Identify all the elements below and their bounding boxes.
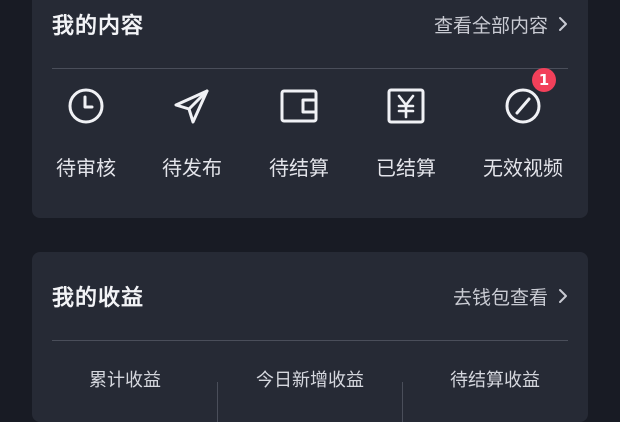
status-pending-settlement[interactable]: 待结算 xyxy=(244,86,354,181)
wallet-link-label: 去钱包查看 xyxy=(452,286,548,309)
wallet-icon xyxy=(279,86,319,126)
stat-label: 今日新增收益 xyxy=(256,370,364,391)
notification-badge: 1 xyxy=(532,68,556,92)
my-content-card: 我的内容 查看全部内容 待审核 待发布 待结算 已结算 1 无效视频 xyxy=(32,0,588,218)
my-earnings-card: 我的收益 去钱包查看 累计收益 今日新增收益 待结算收益 xyxy=(32,252,588,422)
content-divider xyxy=(52,68,568,69)
status-pending-publish[interactable]: 待发布 xyxy=(137,86,247,181)
view-all-content-label: 查看全部内容 xyxy=(433,14,548,37)
status-settled[interactable]: 已结算 xyxy=(351,86,461,181)
chevron-right-icon xyxy=(558,16,568,32)
status-label: 待发布 xyxy=(162,156,222,180)
yen-icon xyxy=(386,86,426,126)
my-content-title: 我的内容 xyxy=(52,14,145,39)
my-earnings-title: 我的收益 xyxy=(52,286,145,311)
stat-pending-earnings[interactable]: 待结算收益 xyxy=(405,366,585,392)
my-content-header: 我的内容 查看全部内容 xyxy=(52,0,568,58)
stat-label: 待结算收益 xyxy=(450,370,540,391)
invalid-icon: 1 xyxy=(503,68,556,126)
status-label: 无效视频 xyxy=(483,156,563,180)
earnings-divider xyxy=(52,340,568,341)
send-icon xyxy=(172,86,212,126)
stat-separator xyxy=(402,382,403,422)
status-label: 已结算 xyxy=(376,156,436,180)
status-pending-review[interactable]: 待审核 xyxy=(31,86,141,181)
status-invalid-video[interactable]: 1 无效视频 xyxy=(468,68,578,181)
chevron-right-icon xyxy=(558,288,568,304)
wallet-link[interactable]: 去钱包查看 xyxy=(453,283,568,310)
stat-today-earnings[interactable]: 今日新增收益 xyxy=(220,366,400,392)
my-earnings-header: 我的收益 去钱包查看 xyxy=(52,252,568,340)
content-status-row: 待审核 待发布 待结算 已结算 1 无效视频 xyxy=(31,68,588,196)
earnings-stats-row: 累计收益 今日新增收益 待结算收益 xyxy=(32,366,588,422)
clock-icon xyxy=(66,86,106,126)
status-label: 待结算 xyxy=(269,156,329,180)
stat-label: 累计收益 xyxy=(89,370,161,391)
stat-separator xyxy=(217,382,218,422)
view-all-content-link[interactable]: 查看全部内容 xyxy=(434,11,568,38)
stat-total-earnings[interactable]: 累计收益 xyxy=(35,366,215,392)
status-label: 待审核 xyxy=(56,156,116,180)
